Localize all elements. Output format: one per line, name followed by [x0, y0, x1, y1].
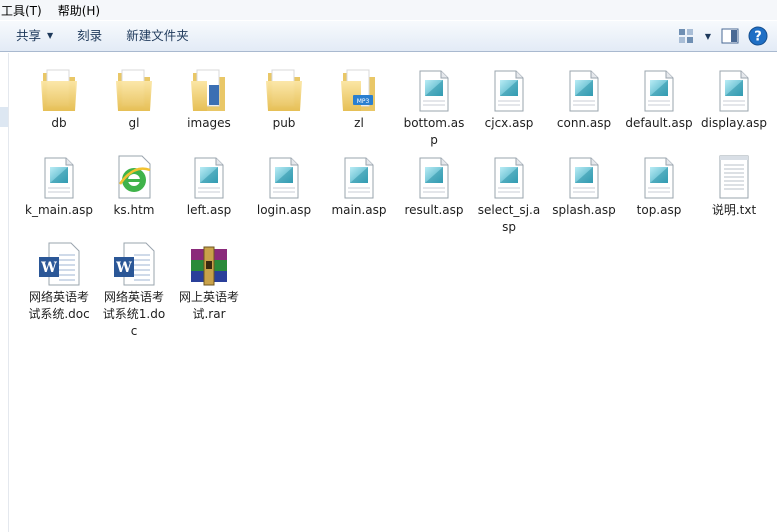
svg-text:W: W: [115, 260, 132, 276]
asp-file-icon: [260, 150, 308, 200]
file-item[interactable]: gl: [100, 63, 168, 132]
file-name-label: k_main.asp: [25, 203, 93, 217]
svg-text:MP3: MP3: [357, 98, 370, 105]
navigation-pane-edge: [0, 53, 9, 532]
view-dropdown-icon[interactable]: ▼: [701, 24, 715, 48]
file-item[interactable]: login.asp: [250, 150, 318, 219]
view-options-icon[interactable]: [673, 24, 699, 48]
file-name-label: login.asp: [256, 203, 312, 217]
burn-label: 刻录: [77, 28, 103, 43]
file-name-label: 网络英语考试系统.doc: [28, 290, 90, 321]
text-file-icon: [710, 150, 758, 200]
file-item[interactable]: 网上英语考试.rar: [175, 237, 243, 323]
file-item[interactable]: top.asp: [625, 150, 693, 219]
file-name-label: select_sj.asp: [477, 203, 541, 234]
file-item[interactable]: db: [25, 63, 93, 132]
file-item[interactable]: display.asp: [700, 63, 768, 132]
file-name-label: 网上英语考试.rar: [178, 290, 239, 321]
asp-file-icon: [335, 150, 383, 200]
file-item[interactable]: result.asp: [400, 150, 468, 219]
chevron-down-icon: ▼: [47, 31, 54, 40]
file-name-label: default.asp: [625, 116, 693, 130]
word-doc-icon: W: [110, 237, 158, 287]
menu-tools[interactable]: 工具(T): [0, 2, 50, 19]
new-folder-label: 新建文件夹: [126, 28, 189, 43]
file-name-label: 网络英语考试系统1.doc: [102, 290, 166, 338]
file-item[interactable]: main.asp: [325, 150, 393, 219]
toolbar-right-group: ▼ ?: [673, 24, 771, 48]
file-item[interactable]: MP3 zl: [325, 63, 393, 132]
folder-icon: MP3: [335, 63, 383, 113]
file-item[interactable]: default.asp: [625, 63, 693, 132]
asp-file-icon: [635, 150, 683, 200]
file-name-label: main.asp: [331, 203, 387, 217]
winrar-archive-icon: [185, 237, 233, 287]
folder-icon: [110, 63, 158, 113]
svg-text:W: W: [40, 260, 57, 276]
svg-text:?: ?: [754, 30, 762, 45]
file-item[interactable]: pub: [250, 63, 318, 132]
share-label: 共享: [16, 28, 42, 43]
file-name-label: cjcx.asp: [484, 116, 534, 130]
file-name-label: result.asp: [404, 203, 464, 217]
menu-bar: 工具(T) 帮助(H): [0, 0, 777, 20]
file-item[interactable]: W 网络英语考试系统.doc: [25, 237, 93, 323]
file-name-label: 说明.txt: [711, 203, 757, 217]
folder-icon: [35, 63, 83, 113]
file-item[interactable]: images: [175, 63, 243, 132]
folder-icon: [260, 63, 308, 113]
preview-pane-icon[interactable]: [717, 24, 743, 48]
file-list: db gl images pub MP3 zl bottom.asp cjcx.asp conn…: [9, 53, 777, 532]
file-name-label: zl: [354, 116, 364, 130]
help-icon[interactable]: ?: [745, 24, 771, 48]
file-item[interactable]: splash.asp: [550, 150, 618, 219]
command-bar: 共享 ▼ 刻录 新建文件夹 ▼ ?: [0, 20, 777, 52]
share-button[interactable]: 共享 ▼: [8, 24, 61, 48]
asp-file-icon: [485, 63, 533, 113]
asp-file-icon: [635, 63, 683, 113]
file-name-label: display.asp: [701, 116, 767, 130]
asp-file-icon: [560, 150, 608, 200]
file-item[interactable]: W 网络英语考试系统1.doc: [100, 237, 168, 340]
file-item[interactable]: left.asp: [175, 150, 243, 219]
file-item[interactable]: k_main.asp: [25, 150, 93, 219]
file-name-label: images: [187, 116, 231, 130]
asp-file-icon: [410, 63, 458, 113]
file-name-label: db: [51, 116, 67, 130]
file-name-label: bottom.asp: [403, 116, 465, 147]
file-item[interactable]: ks.htm: [100, 150, 168, 219]
asp-file-icon: [185, 150, 233, 200]
ie-html-icon: [110, 150, 158, 200]
nav-selection-highlight: [0, 107, 8, 127]
file-name-label: gl: [128, 116, 140, 130]
file-name-label: top.asp: [636, 203, 682, 217]
new-folder-button[interactable]: 新建文件夹: [118, 24, 197, 48]
asp-file-icon: [710, 63, 758, 113]
file-name-label: pub: [272, 116, 296, 130]
file-name-label: left.asp: [186, 203, 232, 217]
asp-file-icon: [35, 150, 83, 200]
file-item[interactable]: cjcx.asp: [475, 63, 543, 132]
asp-file-icon: [410, 150, 458, 200]
burn-button[interactable]: 刻录: [69, 24, 110, 48]
folder-icon: [185, 63, 233, 113]
menu-help[interactable]: 帮助(H): [58, 2, 108, 19]
file-name-label: splash.asp: [552, 203, 616, 217]
file-item[interactable]: bottom.asp: [400, 63, 468, 149]
asp-file-icon: [560, 63, 608, 113]
file-item[interactable]: 说明.txt: [700, 150, 768, 219]
asp-file-icon: [485, 150, 533, 200]
file-item[interactable]: conn.asp: [550, 63, 618, 132]
file-name-label: ks.htm: [113, 203, 155, 217]
file-name-label: conn.asp: [556, 116, 612, 130]
word-doc-icon: W: [35, 237, 83, 287]
file-item[interactable]: select_sj.asp: [475, 150, 543, 236]
